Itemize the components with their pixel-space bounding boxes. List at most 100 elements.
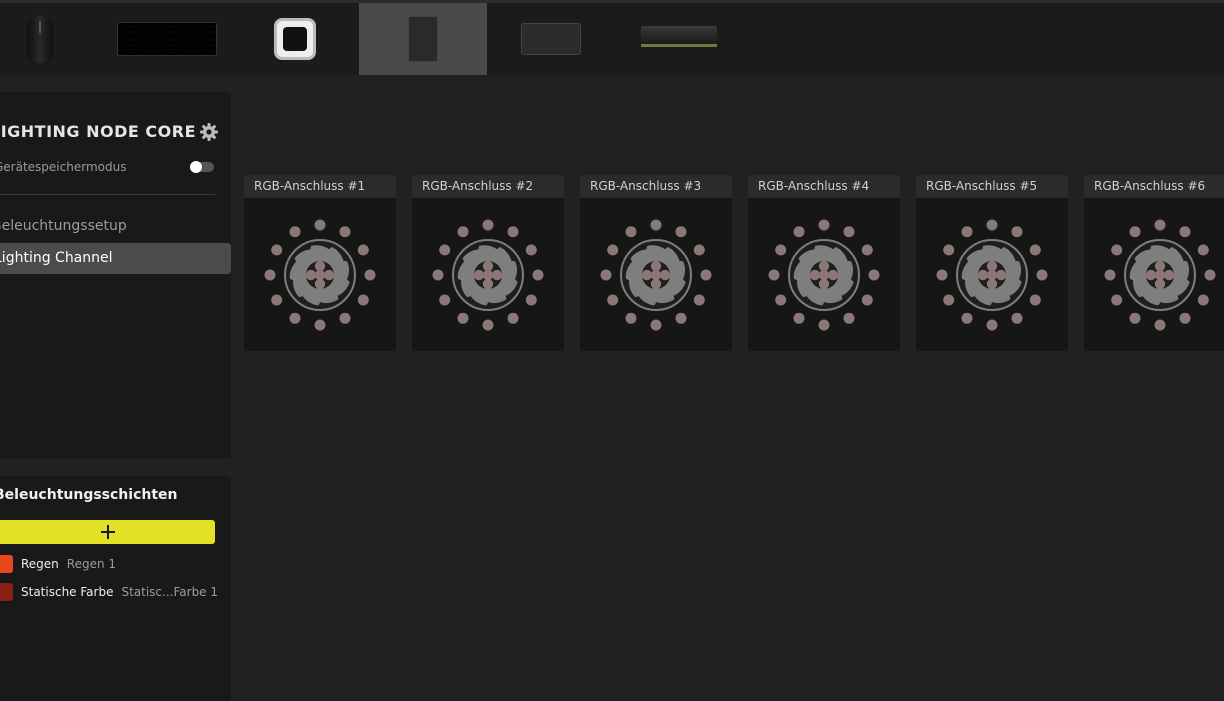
device-memory-mode-label: Gerätespeichermodus [0,160,127,174]
fan-led-icon [768,219,880,331]
lighting-setup-heading[interactable]: Beleuchtungssetup [0,218,127,234]
led-dot [482,319,494,331]
led-dot [482,278,494,290]
led-dot [1154,219,1166,231]
led-dot [457,312,469,324]
hub-icon [521,23,581,55]
port-label: RGB-Anschluss #3 [580,175,732,198]
led-dot [843,312,855,324]
lighting-channel-item[interactable]: Lighting Channel [0,243,231,274]
device-tab-memory[interactable] [616,3,742,75]
led-dot [986,269,998,281]
led-dot [961,226,973,238]
led-dot [1036,269,1048,281]
led-dot [305,269,317,281]
led-dot [986,260,998,272]
led-dot [641,269,653,281]
led-dot [525,244,537,256]
device-tab-mouse[interactable] [0,3,80,75]
rgb-port-card-5[interactable]: RGB-Anschluss #5 [916,175,1068,351]
led-dot [1129,312,1141,324]
layer-color-swatch [0,583,13,601]
led-dot [1011,312,1023,324]
led-dot [1145,269,1157,281]
led-dot [693,294,705,306]
led-dot [439,294,451,306]
led-dot [1154,319,1166,331]
led-dot [768,269,780,281]
led-dot [271,244,283,256]
rgb-port-card-2[interactable]: RGB-Anschluss #2 [412,175,564,351]
led-dot [314,260,326,272]
led-dot [289,312,301,324]
led-dot [314,319,326,331]
led-dot [314,278,326,290]
ram-icon [641,26,717,52]
device-tab-keyboard[interactable] [104,3,230,75]
led-dot [507,226,519,238]
mouse-icon [27,15,53,63]
rgb-port-card-4[interactable]: RGB-Anschluss #4 [748,175,900,351]
rgb-port-card-1[interactable]: RGB-Anschluss #1 [244,175,396,351]
led-dot [843,226,855,238]
led-dot [1197,294,1209,306]
device-tab-aio-cooler[interactable] [252,3,338,75]
layer-subtitle: Statisc...Farbe 1 [121,585,219,599]
port-label: RGB-Anschluss #6 [1084,175,1224,198]
led-dot [600,269,612,281]
led-dot [827,269,839,281]
led-dot [314,269,326,281]
led-dot [1197,244,1209,256]
led-dot [650,219,662,231]
led-dot [868,269,880,281]
led-dot [943,294,955,306]
led-dot [314,219,326,231]
led-dot [1179,226,1191,238]
layer-item-regen[interactable]: Regen Regen 1 [0,553,231,575]
led-dot [1111,244,1123,256]
port-label: RGB-Anschluss #4 [748,175,900,198]
device-tab-fan-hub[interactable] [508,3,594,75]
led-dot [482,260,494,272]
fan-led-icon [1104,219,1216,331]
led-dot [793,226,805,238]
keyboard-icon [117,22,217,56]
led-dot [289,226,301,238]
led-dot [818,269,830,281]
led-dot [986,319,998,331]
led-dot [339,312,351,324]
gear-icon[interactable] [199,122,219,142]
led-dot [1129,226,1141,238]
led-dot [1029,294,1041,306]
led-dot [861,244,873,256]
led-dot [793,312,805,324]
led-dot [977,269,989,281]
aio-pump-icon [274,18,316,60]
rgb-port-card-6[interactable]: RGB-Anschluss #6 [1084,175,1224,351]
device-tab-lighting-node-core[interactable] [359,3,487,75]
device-memory-mode-toggle[interactable] [190,161,214,173]
led-dot [625,312,637,324]
led-dot [357,294,369,306]
lighting-layers-panel: Beleuchtungsschichten Regen Regen 1 Stat… [0,476,231,701]
led-dot [650,269,662,281]
rgb-port-card-3[interactable]: RGB-Anschluss #3 [580,175,732,351]
led-dot [1154,278,1166,290]
led-dot [1204,269,1216,281]
fan-led-icon [264,219,376,331]
port-label: RGB-Anschluss #5 [916,175,1068,198]
layer-color-swatch [0,555,13,573]
led-dot [625,226,637,238]
led-dot [491,269,503,281]
fan-led-icon [936,219,1048,331]
device-settings-panel: LIGHTING NODE CORE Gerätespeichermodus B… [0,92,231,459]
lighting-channel-label: Lighting Channel [0,250,113,266]
led-dot [482,269,494,281]
led-dot [432,269,444,281]
led-dot [439,244,451,256]
led-dot [700,269,712,281]
layer-item-static-color[interactable]: Statische Farbe Statisc...Farbe 1 [0,581,231,603]
fan-led-icon [432,219,544,331]
add-layer-button[interactable] [0,520,215,544]
led-dot [364,269,376,281]
